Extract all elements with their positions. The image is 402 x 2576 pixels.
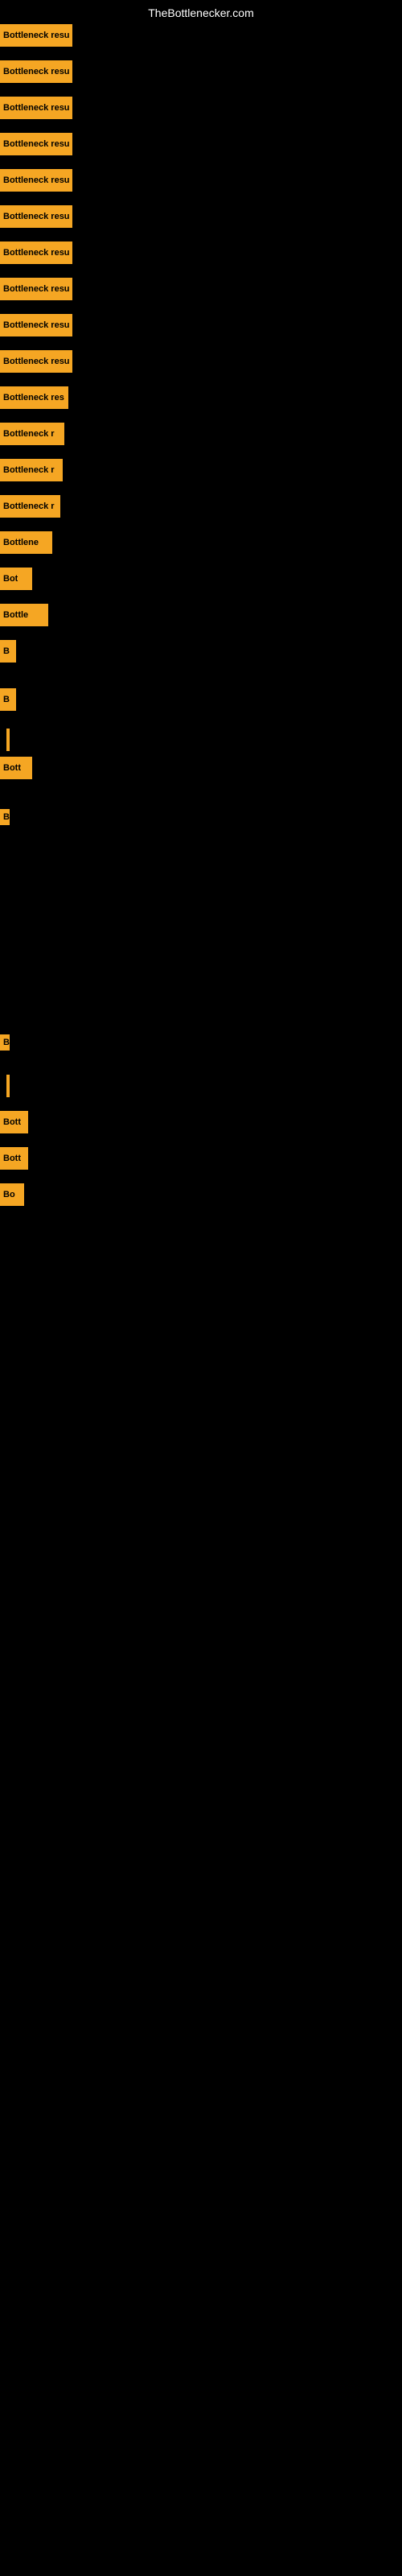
bar-label-16: Bottle <box>3 610 28 620</box>
bar-label-3: Bottleneck resu <box>3 139 70 149</box>
bar-item-16: Bottle <box>0 604 48 626</box>
bar-label-25: Bott <box>3 1154 21 1163</box>
bar-item-6: Bottleneck resu <box>0 242 72 264</box>
bar-label-12: Bottleneck r <box>3 465 55 475</box>
bar-item-2: Bottleneck resu <box>0 97 72 119</box>
bar-item-1: Bottleneck resu <box>0 60 72 83</box>
bar-item-11: Bottleneck r <box>0 423 64 445</box>
bar-label-15: Bot <box>3 574 18 584</box>
bar-label-14: Bottlene <box>3 538 39 547</box>
bar-item-18: B <box>0 688 16 711</box>
bar-label-7: Bottleneck resu <box>3 284 70 294</box>
bar-item-24: Bott <box>0 1111 28 1133</box>
bar-item-21: B <box>0 809 10 825</box>
bar-item-10: Bottleneck res <box>0 386 68 409</box>
bar-label-0: Bottleneck resu <box>3 31 70 40</box>
bar-label-4: Bottleneck resu <box>3 175 70 185</box>
bar-label-11: Bottleneck r <box>3 429 55 439</box>
bar-label-5: Bottleneck resu <box>3 212 70 221</box>
bar-label-26: Bo <box>3 1190 15 1199</box>
bar-item-4: Bottleneck resu <box>0 169 72 192</box>
bar-label-20: Bott <box>3 763 21 773</box>
bar-label-9: Bottleneck resu <box>3 357 70 366</box>
bar-label-6: Bottleneck resu <box>3 248 70 258</box>
bar-label-24: Bott <box>3 1117 21 1127</box>
bar-item-8: Bottleneck resu <box>0 314 72 336</box>
bar-item-22: B <box>0 1034 10 1051</box>
bar-label-13: Bottleneck r <box>3 502 55 511</box>
bar-item-12: Bottleneck r <box>0 459 63 481</box>
bar-item-20: Bott <box>0 757 32 779</box>
bar-label-10: Bottleneck res <box>3 393 64 402</box>
bar-item-line-23 <box>6 1075 10 1097</box>
bar-label-21: B <box>3 812 10 822</box>
bar-item-9: Bottleneck resu <box>0 350 72 373</box>
bar-label-22: B <box>3 1038 10 1047</box>
bar-label-17: B <box>3 646 10 656</box>
site-title: TheBottlenecker.com <box>0 6 402 19</box>
bar-item-25: Bott <box>0 1147 28 1170</box>
bar-label-18: B <box>3 695 10 704</box>
bar-label-8: Bottleneck resu <box>3 320 70 330</box>
bar-item-17: B <box>0 640 16 663</box>
bar-item-14: Bottlene <box>0 531 52 554</box>
bar-item-13: Bottleneck r <box>0 495 60 518</box>
bar-label-2: Bottleneck resu <box>3 103 70 113</box>
bar-item-0: Bottleneck resu <box>0 24 72 47</box>
bar-label-1: Bottleneck resu <box>3 67 70 76</box>
bar-item-15: Bot <box>0 568 32 590</box>
bar-item-3: Bottleneck resu <box>0 133 72 155</box>
bar-item-26: Bo <box>0 1183 24 1206</box>
bar-item-5: Bottleneck resu <box>0 205 72 228</box>
bar-item-7: Bottleneck resu <box>0 278 72 300</box>
bar-item-line-19 <box>6 729 10 751</box>
